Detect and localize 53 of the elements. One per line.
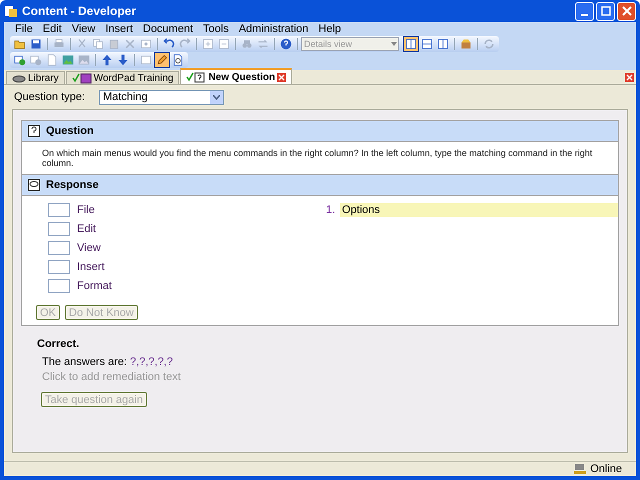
tab[interactable]: New Question [180,68,292,84]
answer-field[interactable] [48,241,70,255]
maximize-button[interactable] [596,2,615,20]
question-icon [28,125,40,137]
feedback-title: Correct. [37,338,80,350]
app-icon [4,4,18,18]
question-type-dropdown[interactable]: Matching [98,90,224,104]
layout-icon[interactable] [435,36,451,52]
close-button[interactable] [617,2,636,20]
answer-field[interactable] [48,279,70,293]
menu-item[interactable]: File [10,23,38,35]
menu-item[interactable]: Administration [234,23,314,35]
item-label: Insert [77,261,105,273]
section-heading: Response [46,179,99,191]
command-item[interactable]: Options [340,203,618,217]
check-question-icon [186,72,206,82]
caret-icon [390,41,398,47]
item-label: View [77,242,101,254]
speech-icon [28,179,40,191]
status-text: Online [590,463,622,475]
caret-icon [212,94,220,100]
minimize-button[interactable] [575,2,594,20]
minimize-icon [581,14,588,16]
item-label: File [77,204,95,216]
pencil-icon[interactable] [154,52,170,68]
menu-item[interactable]: Edit [38,23,67,35]
layout-icon[interactable] [403,36,419,52]
window-title: Content - Developer [22,4,136,18]
close-icon[interactable] [277,72,286,82]
layout-icon[interactable] [419,36,435,52]
tab[interactable]: Library [6,71,65,84]
answer-field[interactable] [48,203,70,217]
tab[interactable]: WordPad Training [66,71,180,84]
item-label: Format [77,280,112,292]
item-label: Edit [77,223,96,235]
answers-text: The answers are: ?,?,?,?,? [41,356,174,368]
menu-item[interactable]: View [66,23,100,35]
menu-item[interactable]: Insert [100,23,138,35]
help-icon[interactable] [278,36,294,52]
menu-item[interactable]: Document [138,23,198,35]
close-icon[interactable] [625,72,634,82]
menu-item[interactable]: Help [313,23,346,35]
menu-item[interactable]: Tools [198,23,234,35]
disk-icon [12,73,26,83]
maximize-icon [600,6,610,16]
close-icon [622,6,632,16]
answer-field[interactable] [48,260,70,274]
check-book-icon [72,72,92,84]
network-icon [573,463,588,475]
field-label: Question type: [14,91,85,103]
answer-field[interactable] [48,222,70,236]
item-number: 1. [326,204,334,216]
section-heading: Question [46,125,94,137]
